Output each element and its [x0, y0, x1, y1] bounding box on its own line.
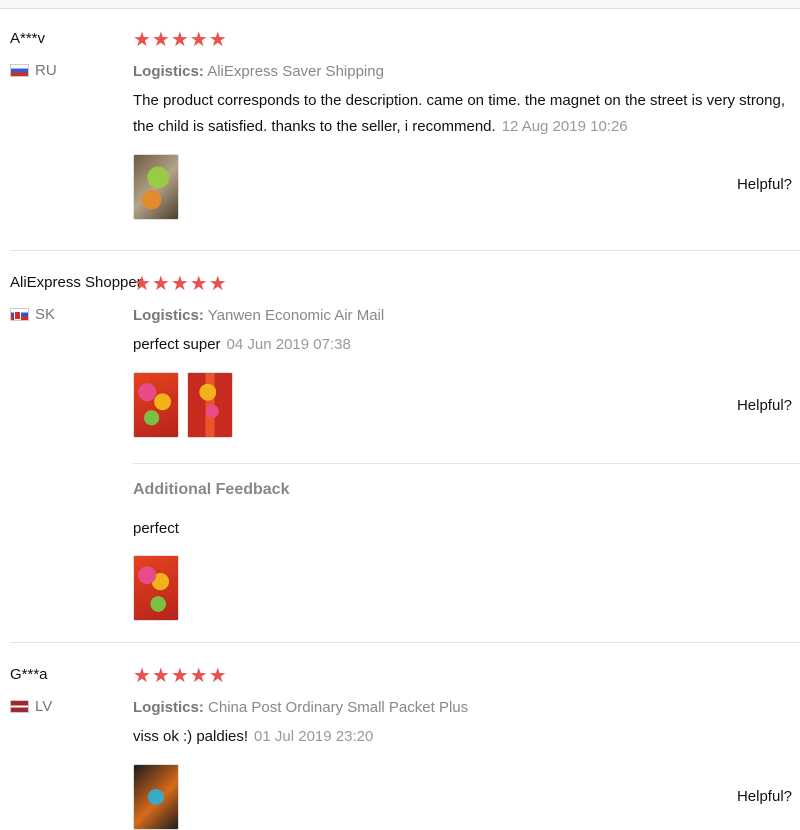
review-photo-thumbnail[interactable]	[133, 555, 179, 621]
review-comment: The product corresponds to the descripti…	[133, 88, 800, 140]
reviewer-country: SK	[10, 306, 55, 323]
logistics-value: AliExpress Saver Shipping	[207, 63, 384, 80]
logistics-value: China Post Ordinary Small Packet Plus	[208, 699, 469, 716]
flag-sk-icon	[10, 308, 29, 321]
logistics-value: Yanwen Economic Air Mail	[207, 307, 385, 324]
review-comment: perfect super 04 Jun 2019 07:38	[133, 332, 800, 358]
review-date: 12 Aug 2019 10:26	[501, 118, 628, 135]
comment-text: viss ok :) paldies!	[133, 728, 249, 745]
star-rating: ★★★★★	[133, 29, 228, 51]
review-comment: viss ok :) paldies! 01 Jul 2019 23:20	[133, 724, 800, 750]
review-date: 01 Jul 2019 23:20	[254, 728, 374, 745]
review-photos	[133, 154, 800, 220]
reviewer-country: LV	[10, 698, 52, 715]
country-code: SK	[35, 306, 56, 323]
helpful-link[interactable]: Helpful?	[737, 176, 792, 193]
logistics-label: Logistics:	[133, 699, 204, 716]
review-divider	[10, 642, 800, 643]
flag-ru-icon	[10, 64, 29, 77]
reviewer-name: G***a	[10, 666, 48, 683]
flag-lv-icon	[10, 700, 29, 713]
review-divider	[10, 250, 800, 251]
comment-text: perfect super	[133, 336, 221, 353]
logistics-info: Logistics: China Post Ordinary Small Pac…	[133, 699, 800, 716]
logistics-info: Logistics: AliExpress Saver Shipping	[133, 63, 800, 80]
review-content: ★★★★★ Logistics: Yanwen Economic Air Mai…	[133, 274, 800, 438]
review-photo-thumbnail[interactable]	[133, 372, 179, 438]
review-photo-thumbnail[interactable]	[133, 764, 179, 830]
country-code: RU	[35, 62, 57, 79]
additional-feedback-text: perfect	[133, 520, 179, 537]
logistics-info: Logistics: Yanwen Economic Air Mail	[133, 307, 800, 324]
country-code: LV	[35, 698, 53, 715]
reviewer-name: A***v	[10, 30, 46, 47]
review-date: 04 Jun 2019 07:38	[226, 336, 351, 353]
additional-feedback-divider	[133, 463, 800, 464]
review-photo-thumbnail[interactable]	[187, 372, 233, 438]
top-border	[0, 0, 800, 9]
comment-text: The product corresponds to the descripti…	[133, 92, 786, 135]
helpful-link[interactable]: Helpful?	[737, 397, 792, 414]
logistics-label: Logistics:	[133, 63, 204, 80]
logistics-label: Logistics:	[133, 307, 204, 324]
review-photo-thumbnail[interactable]	[133, 154, 179, 220]
additional-feedback-photos	[133, 555, 179, 621]
reviewer-name: AliExpress Shopper	[10, 274, 142, 291]
additional-feedback-title: Additional Feedback	[133, 481, 290, 498]
review-photos	[133, 372, 800, 438]
helpful-link[interactable]: Helpful?	[737, 788, 792, 805]
review-content: ★★★★★ Logistics: China Post Ordinary Sma…	[133, 666, 800, 830]
review-content: ★★★★★ Logistics: AliExpress Saver Shippi…	[133, 30, 800, 220]
review-photos	[133, 764, 800, 830]
star-rating: ★★★★★	[133, 273, 228, 295]
star-rating: ★★★★★	[133, 665, 228, 687]
reviewer-country: RU	[10, 62, 57, 79]
